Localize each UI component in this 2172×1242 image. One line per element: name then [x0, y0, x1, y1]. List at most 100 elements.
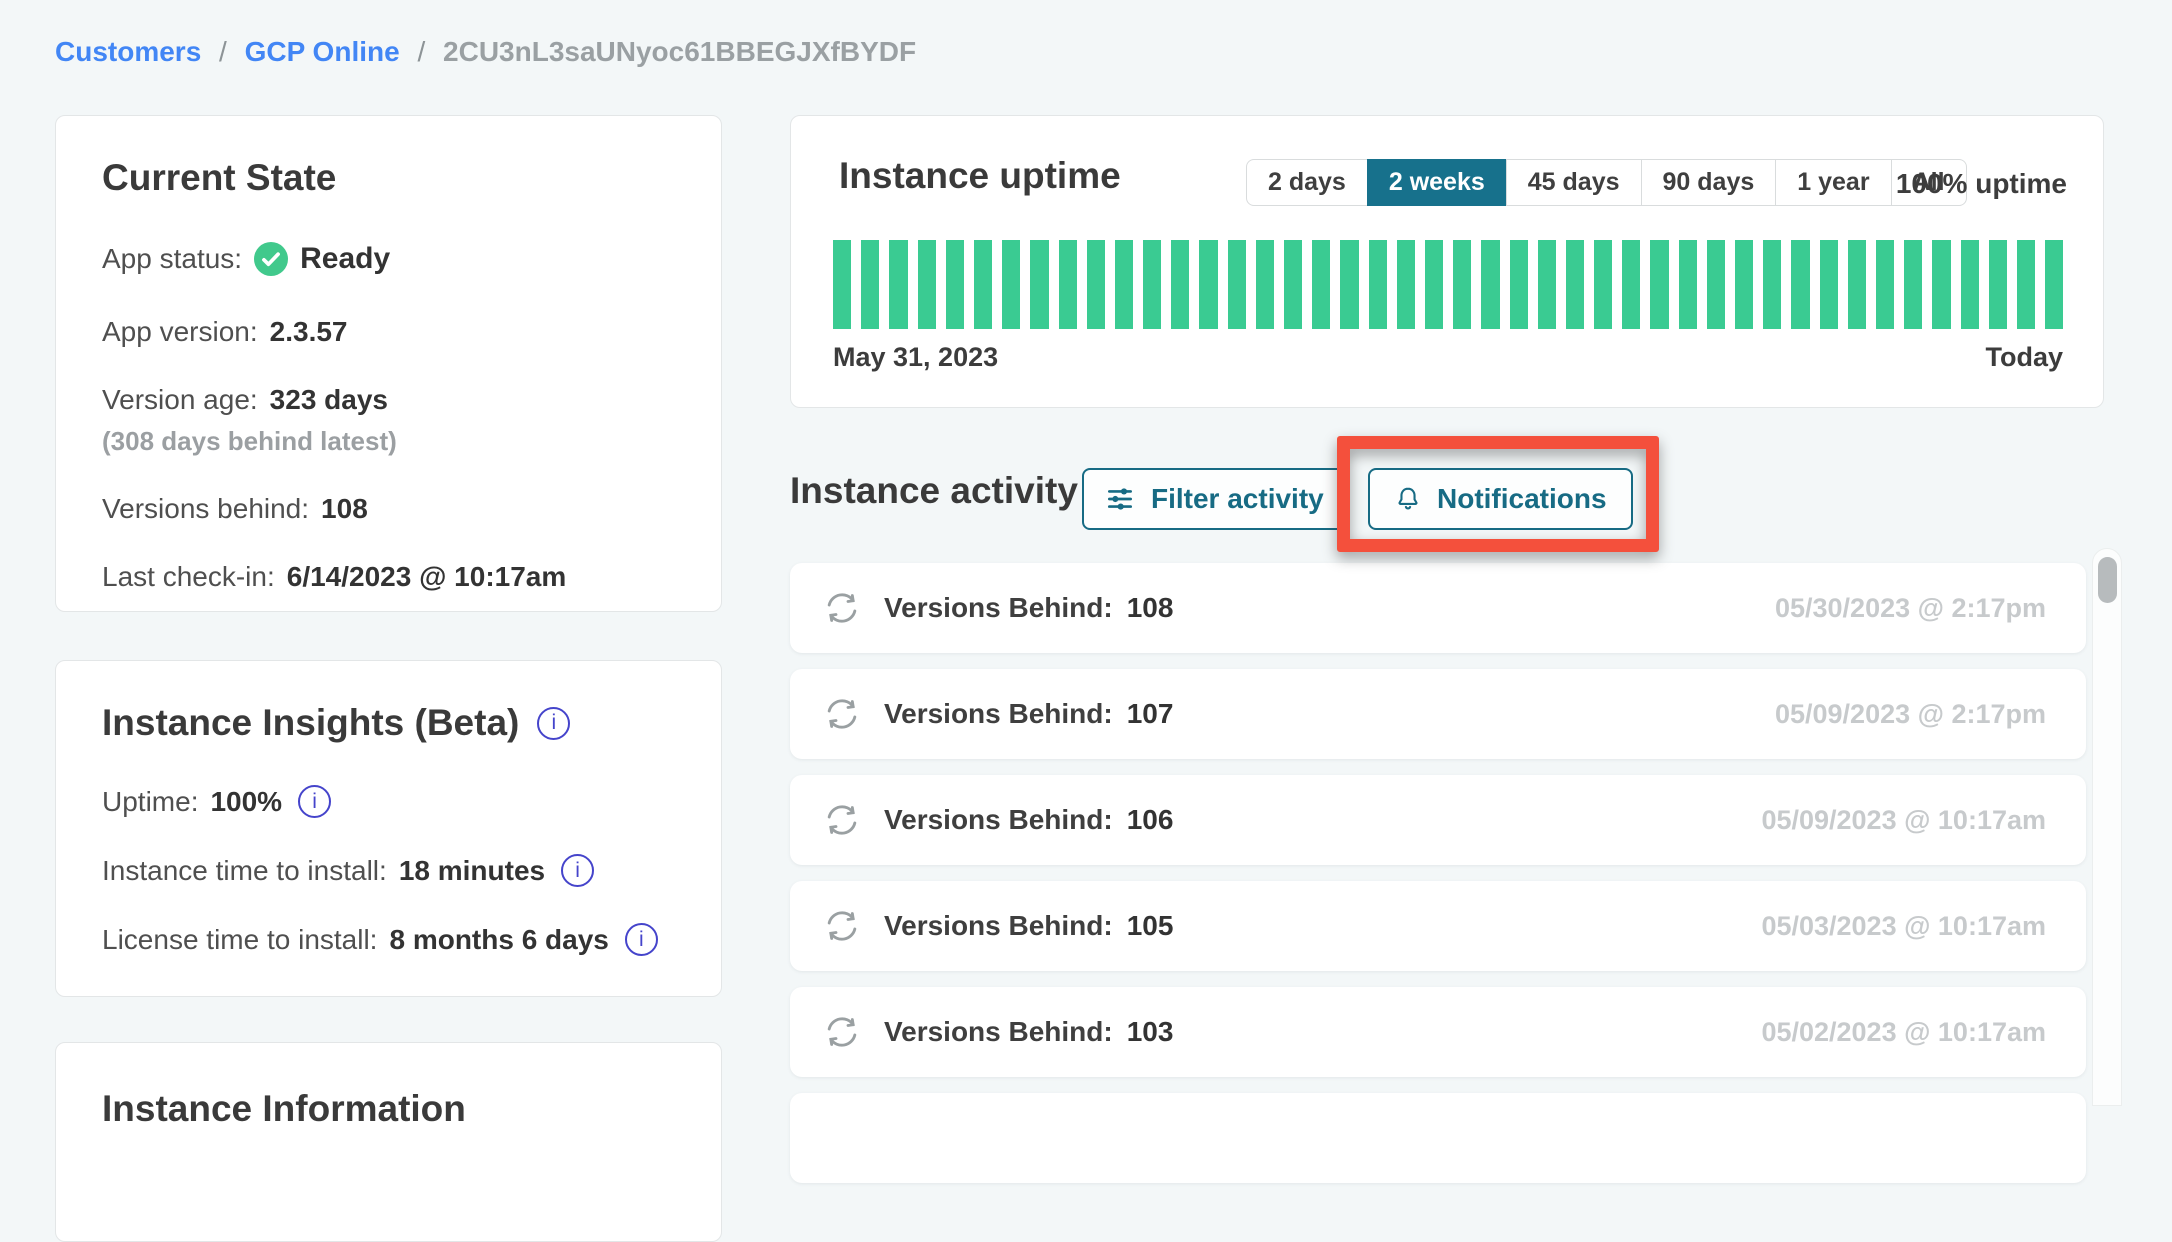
filter-activity-button[interactable]: Filter activity: [1082, 468, 1346, 530]
uptime-bar: [1340, 240, 1358, 329]
uptime-bar: [1284, 240, 1302, 329]
license-install-value: 8 months 6 days: [389, 924, 608, 956]
refresh-icon: [822, 588, 862, 628]
info-icon[interactable]: i: [561, 854, 594, 887]
uptime-bar: [1087, 240, 1105, 329]
activity-row: Versions Behind: 106 05/09/2023 @ 10:17a…: [790, 775, 2086, 865]
uptime-bar: [1679, 240, 1697, 329]
uptime-bar: [1932, 240, 1950, 329]
range-tab-90-days[interactable]: 90 days: [1641, 159, 1777, 206]
check-circle-icon: [254, 242, 288, 276]
version-age-value: 323 days: [270, 384, 388, 416]
uptime-bar: [946, 240, 964, 329]
breadcrumb-current-instance-id: 2CU3nL3saUNyoc61BBEGJXfBYDF: [443, 36, 916, 67]
versions-behind-label: Versions behind:: [102, 493, 309, 525]
uptime-percentage-text: 100% uptime: [1896, 168, 2067, 200]
uptime-bar: [1820, 240, 1838, 329]
range-tab-1-year[interactable]: 1 year: [1775, 159, 1891, 206]
breadcrumb-separator: /: [219, 36, 227, 67]
activity-row-timestamp: 05/09/2023 @ 2:17pm: [1775, 699, 2046, 730]
activity-row-label: Versions Behind:: [884, 592, 1113, 624]
last-checkin-value: 6/14/2023 @ 10:17am: [287, 561, 567, 593]
notifications-button[interactable]: Notifications: [1368, 468, 1633, 530]
uptime-bar: [1763, 240, 1781, 329]
info-icon[interactable]: i: [298, 785, 331, 818]
uptime-start-label: May 31, 2023: [833, 342, 998, 373]
version-age-row: Version age: 323 days: [102, 384, 675, 416]
refresh-icon: [822, 906, 862, 946]
uptime-end-label: Today: [1985, 342, 2063, 373]
uptime-bar: [1199, 240, 1217, 329]
instance-insights-title: Instance Insights (Beta): [102, 701, 519, 745]
uptime-bar: [1791, 240, 1809, 329]
uptime-bar: [1002, 240, 1020, 329]
uptime-bar: [1594, 240, 1612, 329]
license-install-label: License time to install:: [102, 924, 377, 956]
app-version-label: App version:: [102, 316, 258, 348]
refresh-icon: [822, 800, 862, 840]
app-version-value[interactable]: 2.3.57: [270, 316, 348, 348]
last-checkin-row: Last check-in: 6/14/2023 @ 10:17am: [102, 561, 675, 593]
uptime-bar: [1312, 240, 1330, 329]
version-age-note: (308 days behind latest): [102, 426, 675, 457]
activity-row-timestamp: 05/30/2023 @ 2:17pm: [1775, 593, 2046, 624]
uptime-bar: [2017, 240, 2035, 329]
breadcrumb-link-customers[interactable]: Customers: [55, 36, 201, 67]
versions-behind-value: 108: [321, 493, 368, 525]
version-age-label: Version age:: [102, 384, 258, 416]
instance-activity-list: Versions Behind: 108 05/30/2023 @ 2:17pm…: [790, 563, 2086, 1199]
instance-install-label: Instance time to install:: [102, 855, 387, 887]
activity-row-value: 106: [1127, 804, 1174, 836]
uptime-bar: [1481, 240, 1499, 329]
activity-scrollbar-track[interactable]: [2092, 548, 2122, 1106]
activity-row-value: 103: [1127, 1016, 1174, 1048]
uptime-axis-labels: May 31, 2023 Today: [833, 342, 2063, 373]
app-status-label: App status:: [102, 243, 242, 275]
uptime-bar: [1115, 240, 1133, 329]
refresh-icon: [822, 1012, 862, 1052]
uptime-bar: [1425, 240, 1443, 329]
bell-icon: [1394, 485, 1422, 513]
uptime-bar: [1510, 240, 1528, 329]
uptime-bar: [1707, 240, 1725, 329]
uptime-bar: [1961, 240, 1979, 329]
uptime-bar: [1848, 240, 1866, 329]
license-install-row: License time to install: 8 months 6 days…: [102, 923, 675, 956]
uptime-bar: [833, 240, 851, 329]
instance-activity-title: Instance activity: [790, 470, 1078, 512]
instance-information-title: Instance Information: [102, 1087, 675, 1131]
uptime-bar: [1256, 240, 1274, 329]
last-checkin-label: Last check-in:: [102, 561, 275, 593]
uptime-bar: [1904, 240, 1922, 329]
activity-row: Versions Behind: 103 05/02/2023 @ 10:17a…: [790, 987, 2086, 1077]
instance-insights-card: Instance Insights (Beta) i Uptime: 100% …: [55, 660, 722, 997]
breadcrumb-link-gcp-online[interactable]: GCP Online: [245, 36, 400, 67]
breadcrumb: Customers / GCP Online / 2CU3nL3saUNyoc6…: [55, 36, 916, 68]
activity-row-value: 108: [1127, 592, 1174, 624]
info-icon[interactable]: i: [625, 923, 658, 956]
uptime-bar: [1171, 240, 1189, 329]
activity-row-partial: [790, 1093, 2086, 1183]
instance-uptime-title: Instance uptime: [839, 154, 1121, 198]
uptime-bar: [1876, 240, 1894, 329]
uptime-bar: [1369, 240, 1387, 329]
activity-row: Versions Behind: 105 05/03/2023 @ 10:17a…: [790, 881, 2086, 971]
activity-row-value: 105: [1127, 910, 1174, 942]
uptime-bar: [1989, 240, 2007, 329]
activity-scrollbar-thumb[interactable]: [2098, 557, 2117, 603]
activity-row-label: Versions Behind:: [884, 910, 1113, 942]
uptime-bars: [833, 240, 2063, 329]
current-state-card: Current State App status: Ready App vers…: [55, 115, 722, 612]
uptime-bar: [1397, 240, 1415, 329]
filter-activity-label: Filter activity: [1151, 483, 1324, 515]
range-tab-45-days[interactable]: 45 days: [1506, 159, 1642, 206]
notifications-label: Notifications: [1437, 483, 1607, 515]
activity-row-value: 107: [1127, 698, 1174, 730]
range-tab-2-weeks[interactable]: 2 weeks: [1367, 159, 1507, 206]
uptime-bar: [861, 240, 879, 329]
uptime-bar: [918, 240, 936, 329]
app-version-row: App version: 2.3.57: [102, 316, 675, 348]
info-icon[interactable]: i: [537, 707, 570, 740]
range-tab-2-days[interactable]: 2 days: [1246, 159, 1368, 206]
uptime-value: 100%: [210, 786, 282, 818]
